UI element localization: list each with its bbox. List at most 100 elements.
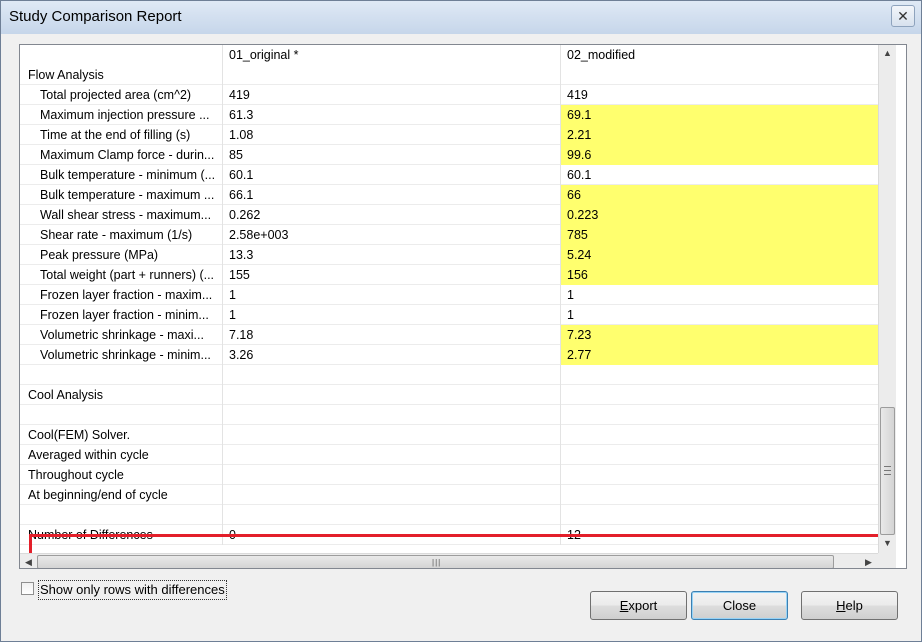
- original-value: 155: [223, 265, 561, 285]
- grip-icon: |||: [432, 558, 442, 567]
- table-row[interactable]: Bulk temperature - minimum (... 60.1 60.1: [20, 165, 878, 185]
- original-value: [223, 445, 561, 465]
- column-header-name[interactable]: [20, 45, 223, 65]
- help-mnemonic: H: [836, 598, 846, 613]
- original-value: 66.1: [223, 185, 561, 205]
- show-differences-checkbox[interactable]: [21, 582, 34, 595]
- row-label: Shear rate - maximum (1/s): [20, 225, 223, 245]
- original-value: [223, 505, 561, 525]
- table-row[interactable]: Total weight (part + runners) (... 155 156: [20, 265, 878, 285]
- row-label: Throughout cycle: [20, 465, 223, 485]
- table-row[interactable]: Time at the end of filling (s) 1.08 2.21: [20, 125, 878, 145]
- modified-value: 66: [561, 185, 878, 205]
- table-row[interactable]: Cool(FEM) Solver.: [20, 425, 878, 445]
- help-button[interactable]: Help: [801, 591, 898, 620]
- modified-value: [561, 405, 878, 425]
- modified-value: 1: [567, 288, 574, 302]
- table-row[interactable]: Flow Analysis: [20, 65, 878, 85]
- table-row[interactable]: Peak pressure (MPa) 13.3 5.24: [20, 245, 878, 265]
- scroll-up-icon[interactable]: ▲: [879, 45, 896, 62]
- export-button[interactable]: Export: [590, 591, 687, 620]
- original-value: 0.262: [223, 205, 561, 225]
- vertical-scrollbar[interactable]: ▲ ▼: [878, 45, 896, 553]
- row-label: Volumetric shrinkage - minim...: [20, 345, 223, 365]
- modified-value: [561, 385, 878, 405]
- scroll-down-icon[interactable]: ▼: [879, 535, 896, 552]
- original-value: 60.1: [223, 165, 561, 185]
- modified-value: 7.23: [561, 325, 878, 345]
- row-label: Maximum Clamp force - durin...: [20, 145, 223, 165]
- modified-value: 419: [567, 88, 588, 102]
- table-row[interactable]: [20, 505, 878, 525]
- row-label: Volumetric shrinkage - maxi...: [20, 325, 223, 345]
- table-row[interactable]: Frozen layer fraction - minim... 1 1: [20, 305, 878, 325]
- vertical-scroll-thumb[interactable]: [880, 407, 895, 535]
- original-value: 13.3: [223, 245, 561, 265]
- original-value: 7.18: [223, 325, 561, 345]
- table-row[interactable]: Volumetric shrinkage - maxi... 7.18 7.23: [20, 325, 878, 345]
- show-differences-label[interactable]: Show only rows with differences: [38, 580, 227, 600]
- title-bar: Study Comparison Report ✕: [1, 1, 921, 34]
- table-row[interactable]: Wall shear stress - maximum... 0.262 0.223: [20, 205, 878, 225]
- column-header-study-1[interactable]: 01_original *: [223, 45, 561, 65]
- modified-value: [561, 485, 878, 505]
- row-label: [20, 405, 223, 425]
- row-label: Wall shear stress - maximum...: [20, 205, 223, 225]
- scroll-right-icon[interactable]: ▶: [860, 554, 877, 568]
- comparison-grid[interactable]: 01_original * 02_modified Flow Analysis Tot…: [19, 44, 907, 569]
- grid-header-row: 01_original * 02_modified: [20, 45, 878, 65]
- close-window-button[interactable]: ✕: [891, 5, 915, 27]
- close-button[interactable]: Close: [691, 591, 788, 620]
- original-value: 1: [223, 305, 561, 325]
- original-value: 3.26: [223, 345, 561, 365]
- row-label: Frozen layer fraction - maxim...: [20, 285, 223, 305]
- table-row[interactable]: Maximum Clamp force - durin... 85 99.6: [20, 145, 878, 165]
- help-label-rest: elp: [845, 598, 863, 613]
- horizontal-scrollbar[interactable]: ◀ ||| ▶: [20, 553, 878, 568]
- row-label: Total projected area (cm^2): [20, 85, 223, 105]
- modified-value: 2.77: [561, 345, 878, 365]
- original-value: 85: [223, 145, 561, 165]
- table-row[interactable]: Bulk temperature - maximum ... 66.1 66: [20, 185, 878, 205]
- modified-value: 60.1: [567, 168, 592, 182]
- dialog-body: 01_original * 02_modified Flow Analysis Tot…: [9, 34, 913, 635]
- table-row[interactable]: At beginning/end of cycle: [20, 485, 878, 505]
- original-value: 61.3: [223, 105, 561, 125]
- modified-value: 1: [567, 308, 574, 322]
- table-row[interactable]: [20, 405, 878, 425]
- grip-icon: [884, 466, 891, 475]
- table-row[interactable]: Frozen layer fraction - maxim... 1 1: [20, 285, 878, 305]
- table-row[interactable]: Total projected area (cm^2) 419 419: [20, 85, 878, 105]
- modified-value: 0.223: [561, 205, 878, 225]
- modified-value: [561, 365, 878, 385]
- modified-value: 99.6: [561, 145, 878, 165]
- export-label-rest: xport: [628, 598, 658, 613]
- row-label: Cool Analysis: [20, 385, 223, 405]
- window-title: Study Comparison Report: [9, 8, 182, 25]
- grid-rows: 01_original * 02_modified Flow Analysis Tot…: [20, 45, 878, 553]
- original-value: 1: [223, 285, 561, 305]
- original-value: [223, 385, 561, 405]
- row-label: Time at the end of filling (s): [20, 125, 223, 145]
- table-row[interactable]: Throughout cycle: [20, 465, 878, 485]
- table-row[interactable]: Volumetric shrinkage - minim... 3.26 2.77: [20, 345, 878, 365]
- table-row[interactable]: [20, 365, 878, 385]
- original-value: 2.58e+003: [223, 225, 561, 245]
- table-row[interactable]: Maximum injection pressure ... 61.3 69.1: [20, 105, 878, 125]
- original-value: [223, 405, 561, 425]
- row-label: At beginning/end of cycle: [20, 485, 223, 505]
- row-label: Averaged within cycle: [20, 445, 223, 465]
- table-row[interactable]: Cool Analysis: [20, 385, 878, 405]
- table-row[interactable]: Shear rate - maximum (1/s) 2.58e+003 785: [20, 225, 878, 245]
- row-label: Bulk temperature - minimum (...: [20, 165, 223, 185]
- original-value: 419: [223, 85, 561, 105]
- modified-value: 69.1: [561, 105, 878, 125]
- column-header-study-2[interactable]: 02_modified: [561, 45, 878, 65]
- table-row[interactable]: Averaged within cycle: [20, 445, 878, 465]
- modified-value: 156: [561, 265, 878, 285]
- modified-value: [561, 65, 878, 85]
- horizontal-scroll-thumb[interactable]: |||: [37, 555, 834, 568]
- scroll-left-icon[interactable]: ◀: [20, 554, 37, 568]
- row-label: Flow Analysis: [20, 65, 223, 85]
- original-value: [223, 65, 561, 85]
